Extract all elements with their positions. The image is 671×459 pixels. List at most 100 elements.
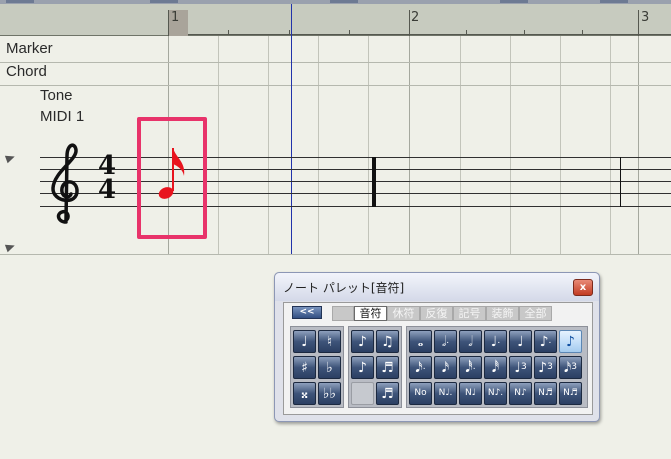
n-half-icon[interactable]: N ♩ xyxy=(459,382,482,405)
glyph-suffix: . xyxy=(422,362,426,372)
accent-pair-icon[interactable]: ♬ xyxy=(376,382,399,405)
time-signature: 4 4 xyxy=(94,153,120,205)
playhead[interactable] xyxy=(291,4,292,254)
glyph: 𝅘𝅥𝅯 xyxy=(441,359,450,376)
glyph-suffix: 3 xyxy=(520,362,527,372)
sixteenth-note-icon[interactable]: 𝅘𝅥𝅯 xyxy=(434,356,457,379)
glyph: ♪ xyxy=(566,333,575,350)
double-flat-icon[interactable]: ♭♭ xyxy=(318,382,341,405)
chord-track-label[interactable]: Chord xyxy=(6,63,47,80)
ruler-baseline xyxy=(188,34,671,35)
time-signature-bottom: 4 xyxy=(97,175,117,205)
track-divider xyxy=(0,254,671,255)
tab-repeats[interactable]: 反復 xyxy=(420,306,453,321)
quarter-note-icon[interactable]: ♩ xyxy=(509,330,532,353)
note-palette-window[interactable]: ノート パレット[音符] x << 音符 休符 反復 記号 装飾 全部 ♩ ♮ … xyxy=(274,272,600,422)
glyph-suffix: . xyxy=(446,336,450,346)
dotted-half-note-icon[interactable]: 𝅗𝅥. xyxy=(434,330,457,353)
glyph-suffix: ♪ xyxy=(520,388,527,398)
grid-line xyxy=(510,36,511,254)
marker-track-label[interactable]: Marker xyxy=(6,40,53,57)
flat-icon[interactable]: ♭ xyxy=(318,356,341,379)
bar-tick xyxy=(638,10,639,36)
grid-line xyxy=(460,36,461,254)
bar-number: 1 xyxy=(171,10,180,25)
glyph: N xyxy=(487,388,495,398)
grid-line xyxy=(638,36,639,254)
staff-line xyxy=(40,181,671,182)
n-whole-note-icon[interactable]: No xyxy=(409,382,432,405)
note-selection-box[interactable] xyxy=(137,117,207,239)
n-quarter-icon[interactable]: N ♪ xyxy=(509,382,532,405)
glyph-suffix: ♬ xyxy=(544,388,553,398)
glyph: ♩ xyxy=(514,359,521,376)
grid-line xyxy=(318,36,319,254)
glyph: N xyxy=(438,388,446,398)
glyph: 𝅗𝅥 xyxy=(468,333,473,350)
glyph-suffix: ♩ xyxy=(471,388,476,398)
grace-note-group: ♪ ♫ ♪ ♬ ♬ xyxy=(348,326,402,408)
staff-marker-icon[interactable] xyxy=(4,152,17,164)
collapse-button[interactable]: << xyxy=(292,306,322,319)
whole-note-icon[interactable]: 𝅝 xyxy=(409,330,432,353)
palette-titlebar[interactable]: ノート パレット[音符] x xyxy=(275,273,599,301)
tab-spacer xyxy=(332,306,354,321)
sharp-icon[interactable]: ♯ xyxy=(293,356,316,379)
track-divider xyxy=(0,85,671,86)
instrument-name[interactable]: Tone xyxy=(40,87,73,104)
staff-marker-icon[interactable] xyxy=(4,241,17,253)
measure-ruler[interactable]: 1 2 3 xyxy=(0,4,671,36)
staff-line xyxy=(40,206,671,207)
grace-slash-icon[interactable]: ♪ xyxy=(351,356,374,379)
triplet-quarter-icon[interactable]: ♩ 3 xyxy=(509,356,532,379)
glyph-suffix: . xyxy=(472,362,476,372)
double-sharp-icon[interactable]: 𝄪 xyxy=(293,382,316,405)
dotted-sixteenth-note-icon[interactable]: 𝅘𝅥𝅯. xyxy=(409,356,432,379)
track-divider xyxy=(0,62,671,63)
n-dotted-half-icon[interactable]: N ♩. xyxy=(434,382,457,405)
treble-clef-icon xyxy=(51,143,79,224)
glyph: N xyxy=(465,388,472,398)
glyph-suffix: ♪. xyxy=(494,388,504,398)
glyph: 𝅘𝅥𝅰 xyxy=(465,359,473,376)
bar-number: 3 xyxy=(641,10,650,25)
bar-line xyxy=(620,157,621,207)
glyph: N xyxy=(538,388,545,398)
tab-symbols[interactable]: 記号 xyxy=(453,306,486,321)
grace-pair-icon[interactable]: ♬ xyxy=(376,356,399,379)
grid-line xyxy=(368,36,369,254)
staff-line xyxy=(40,169,671,170)
tab-notes[interactable]: 音符 xyxy=(354,306,387,321)
close-button[interactable]: x xyxy=(573,279,593,296)
bar-tick xyxy=(409,10,410,36)
instrument-port[interactable]: MIDI 1 xyxy=(40,108,84,125)
eighth-note-icon[interactable]: ♪ xyxy=(559,330,582,353)
top-strip-segment xyxy=(6,0,34,3)
n-sixteenth-icon[interactable]: N ♬ xyxy=(559,382,582,405)
glyph-suffix: ♬ xyxy=(569,388,578,398)
tab-all[interactable]: 全部 xyxy=(519,306,552,321)
dotted-eighth-note-icon[interactable]: ♪. xyxy=(534,330,557,353)
dotted-thirtysecond-note-icon[interactable]: 𝅘𝅥𝅰. xyxy=(459,356,482,379)
tab-rests[interactable]: 休符 xyxy=(387,306,420,321)
n-dotted-quarter-icon[interactable]: N ♪. xyxy=(484,382,507,405)
natural-icon[interactable]: ♮ xyxy=(318,330,341,353)
bar-line xyxy=(372,157,376,207)
note-value-group: 𝅝 𝅗𝅥. 𝅗𝅥 ♩. ♩ ♪. ♪ 𝅘𝅥𝅯. 𝅘𝅥𝅯 𝅘𝅥𝅰. 𝅘𝅥𝅰 ♩ 3 … xyxy=(406,326,588,408)
grace-eighth-icon[interactable]: ♫ xyxy=(376,330,399,353)
triplet-sixteenth-icon[interactable]: 𝅘𝅥𝅯 3 xyxy=(559,356,582,379)
triplet-eighth-icon[interactable]: ♪ 3 xyxy=(534,356,557,379)
half-note-icon[interactable]: 𝅗𝅥 xyxy=(459,330,482,353)
glyph-suffix: ♩. xyxy=(445,388,453,398)
n-eighth-icon[interactable]: N ♬ xyxy=(534,382,557,405)
empty-slot-icon xyxy=(351,382,374,405)
grace-note-icon[interactable]: ♪ xyxy=(351,330,374,353)
grid-line xyxy=(218,36,219,254)
glyph-suffix: . xyxy=(497,336,501,346)
tab-ornaments[interactable]: 装飾 xyxy=(486,306,519,321)
glyph: N xyxy=(563,388,570,398)
thirtysecond-note-icon[interactable]: 𝅘𝅥𝅰 xyxy=(484,356,507,379)
dotted-quarter-note-icon[interactable]: ♩. xyxy=(484,330,507,353)
tie-icon[interactable]: ♩ xyxy=(293,330,316,353)
top-strip-segment xyxy=(600,0,628,3)
